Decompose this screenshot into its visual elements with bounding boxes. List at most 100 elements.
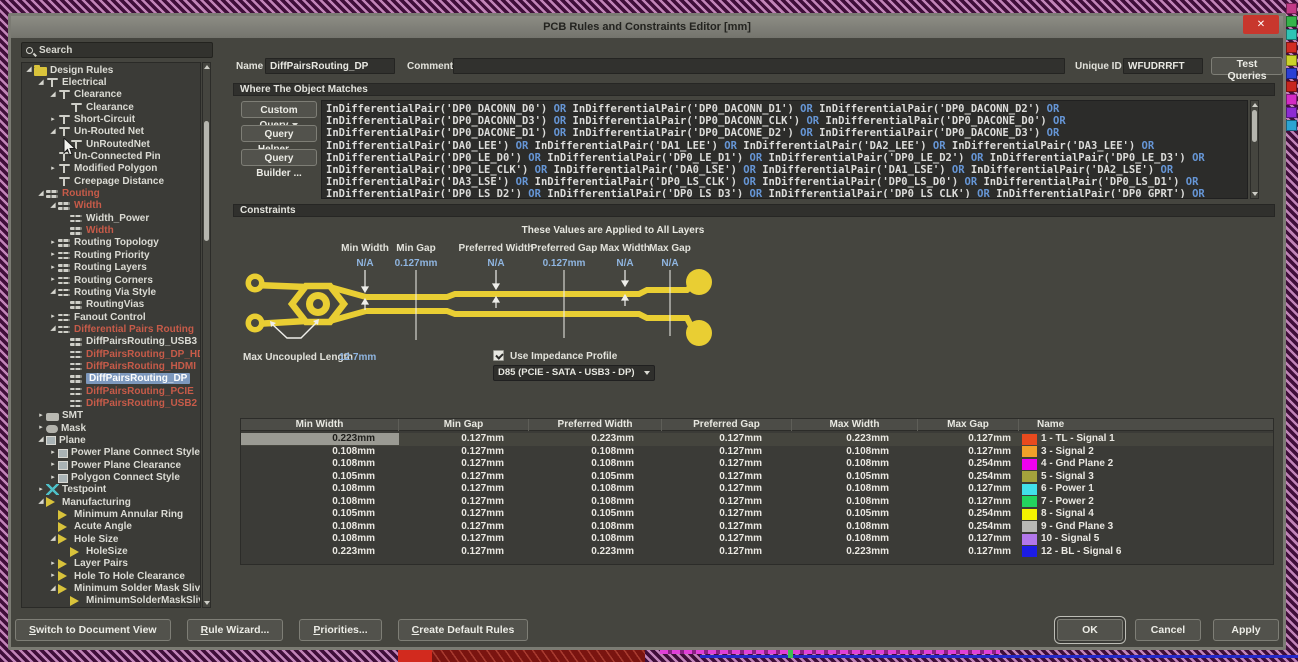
tree-item[interactable]: Acute Angle (22, 521, 200, 533)
table-cell[interactable]: 0.108mm (529, 446, 662, 458)
test-queries-button[interactable]: Test Queries (1211, 57, 1283, 75)
expander-collapsed-icon[interactable]: ▸ (48, 115, 58, 125)
table-row[interactable]: 0.223mm0.127mm0.223mm0.127mm0.223mm0.127… (241, 433, 1273, 446)
custom-query-dropdown[interactable]: Custom Query (241, 101, 317, 118)
tree-item[interactable]: DiffPairsRouting_HDMI (22, 360, 200, 372)
tree-item[interactable]: Un-Connected Pin (22, 150, 200, 162)
impedance-profile-select[interactable]: D85 (PCIE - SATA - USB3 - DP) (493, 365, 655, 381)
table-cell[interactable]: 0.127mm (662, 508, 792, 520)
apply-button[interactable]: Apply (1213, 619, 1279, 641)
search-input[interactable] (37, 44, 187, 57)
tree-item[interactable]: ◢Plane (22, 434, 200, 446)
cancel-button[interactable]: Cancel (1135, 619, 1201, 641)
expander-expanded-icon[interactable]: ◢ (48, 127, 58, 137)
footer-button[interactable]: Priorities... (299, 619, 381, 641)
tree-item[interactable]: ▸Modified Polygon (22, 163, 200, 175)
rule-search[interactable] (21, 42, 213, 58)
close-icon[interactable]: ✕ (1243, 15, 1279, 34)
layer-name-cell[interactable]: 10 - Signal 5 (1019, 533, 1273, 545)
table-cell[interactable]: 0.105mm (792, 508, 918, 520)
tree-scrollbar[interactable] (202, 62, 211, 608)
table-cell[interactable]: 0.108mm (792, 446, 918, 458)
expander-expanded-icon[interactable]: ◢ (24, 65, 34, 75)
tree-item[interactable]: ▸Power Plane Connect Style (22, 447, 200, 459)
table-column-header[interactable]: Preferred Gap (662, 419, 792, 431)
expander-collapsed-icon[interactable]: ▸ (48, 312, 58, 322)
tree-item[interactable]: Clearance (22, 101, 200, 113)
layer-name-cell[interactable]: 9 - Gnd Plane 3 (1019, 521, 1273, 533)
table-cell[interactable]: 0.127mm (662, 533, 792, 545)
expander-collapsed-icon[interactable]: ▸ (48, 275, 58, 285)
footer-button[interactable]: Create Default Rules (398, 619, 529, 641)
table-cell[interactable]: 0.127mm (662, 458, 792, 470)
layer-name-cell[interactable]: 5 - Signal 3 (1019, 471, 1273, 483)
expander-collapsed-icon[interactable]: ▸ (48, 164, 58, 174)
impedance-checkbox[interactable] (493, 350, 504, 361)
table-row[interactable]: 0.108mm0.127mm0.108mm0.127mm0.108mm0.127… (241, 483, 1273, 496)
table-cell[interactable]: 0.108mm (529, 458, 662, 470)
scrollbar-thumb[interactable] (1252, 110, 1257, 142)
layer-name-cell[interactable]: 3 - Signal 2 (1019, 446, 1273, 458)
table-cell[interactable]: 0.223mm (241, 433, 399, 445)
expander-expanded-icon[interactable]: ◢ (36, 78, 46, 88)
table-cell[interactable]: 0.254mm (918, 508, 1019, 520)
tree-item[interactable]: ▸Testpoint (22, 484, 200, 496)
expander-collapsed-icon[interactable]: ▸ (48, 460, 58, 470)
layer-name-cell[interactable]: 7 - Power 2 (1019, 496, 1273, 508)
tree-item[interactable]: ▸SMT (22, 410, 200, 422)
tree-item[interactable]: Width_Power (22, 212, 200, 224)
table-cell[interactable]: 0.108mm (792, 458, 918, 470)
table-column-header[interactable]: Name (1019, 419, 1273, 431)
table-row[interactable]: 0.105mm0.127mm0.105mm0.127mm0.105mm0.254… (241, 471, 1273, 484)
table-cell[interactable]: 0.127mm (399, 496, 529, 508)
expander-collapsed-icon[interactable]: ▸ (36, 411, 46, 421)
table-cell[interactable]: 0.108mm (529, 483, 662, 495)
table-cell[interactable]: 0.127mm (399, 446, 529, 458)
tree-item[interactable]: ◢Clearance (22, 89, 200, 101)
query-scrollbar[interactable] (1250, 100, 1259, 199)
table-cell[interactable]: 0.105mm (241, 508, 399, 520)
expander-expanded-icon[interactable]: ◢ (48, 324, 58, 334)
table-cell[interactable]: 0.223mm (529, 546, 662, 558)
tree-item[interactable]: ▸Layer Pairs (22, 558, 200, 570)
table-cell[interactable]: 0.223mm (792, 433, 918, 445)
scroll-down-icon[interactable] (1252, 192, 1258, 196)
table-cell[interactable]: 0.127mm (399, 483, 529, 495)
layer-name-cell[interactable]: 6 - Power 1 (1019, 483, 1273, 495)
table-cell[interactable]: 0.108mm (241, 483, 399, 495)
tree-item[interactable]: ◢Electrical (22, 76, 200, 88)
tree-item[interactable]: ◢Width (22, 200, 200, 212)
unique-id-input[interactable] (1123, 58, 1203, 74)
table-cell[interactable]: 0.108mm (241, 496, 399, 508)
table-cell[interactable]: 0.127mm (918, 446, 1019, 458)
table-cell[interactable]: 0.127mm (918, 433, 1019, 445)
table-cell[interactable]: 0.108mm (529, 533, 662, 545)
expander-collapsed-icon[interactable]: ▸ (48, 263, 58, 273)
comment-input[interactable] (453, 58, 1065, 74)
scroll-up-icon[interactable] (1252, 103, 1258, 107)
table-row[interactable]: 0.108mm0.127mm0.108mm0.127mm0.108mm0.127… (241, 446, 1273, 459)
tree-item[interactable]: ◢Routing (22, 187, 200, 199)
tree-item[interactable]: ▸Hole To Hole Clearance (22, 570, 200, 582)
dialog-titlebar[interactable]: PCB Rules and Constraints Editor [mm] ✕ (11, 16, 1283, 38)
tree-item[interactable]: RoutingVias (22, 299, 200, 311)
table-cell[interactable]: 0.127mm (918, 546, 1019, 558)
tree-item[interactable]: ◢Minimum Solder Mask Sliver (22, 582, 200, 594)
tree-item[interactable]: ▸Routing Priority (22, 249, 200, 261)
table-row[interactable]: 0.108mm0.127mm0.108mm0.127mm0.108mm0.254… (241, 458, 1273, 471)
table-cell[interactable]: 0.127mm (399, 533, 529, 545)
tree-item[interactable]: Minimum Annular Ring (22, 508, 200, 520)
table-cell[interactable]: 0.254mm (918, 458, 1019, 470)
expander-expanded-icon[interactable]: ◢ (48, 90, 58, 100)
table-cell[interactable]: 0.108mm (241, 446, 399, 458)
table-cell[interactable]: 0.127mm (399, 471, 529, 483)
tree-item[interactable]: ▸Polygon Connect Style (22, 471, 200, 483)
tree-item[interactable]: ◢Differential Pairs Routing (22, 323, 200, 335)
expander-collapsed-icon[interactable]: ▸ (36, 485, 46, 495)
tree-item[interactable]: HoleSize (22, 545, 200, 557)
expander-expanded-icon[interactable]: ◢ (48, 584, 58, 594)
footer-button[interactable]: Rule Wizard... (187, 619, 284, 641)
table-cell[interactable]: 0.127mm (918, 533, 1019, 545)
expander-collapsed-icon[interactable]: ▸ (48, 448, 58, 458)
table-cell[interactable]: 0.127mm (662, 433, 792, 445)
